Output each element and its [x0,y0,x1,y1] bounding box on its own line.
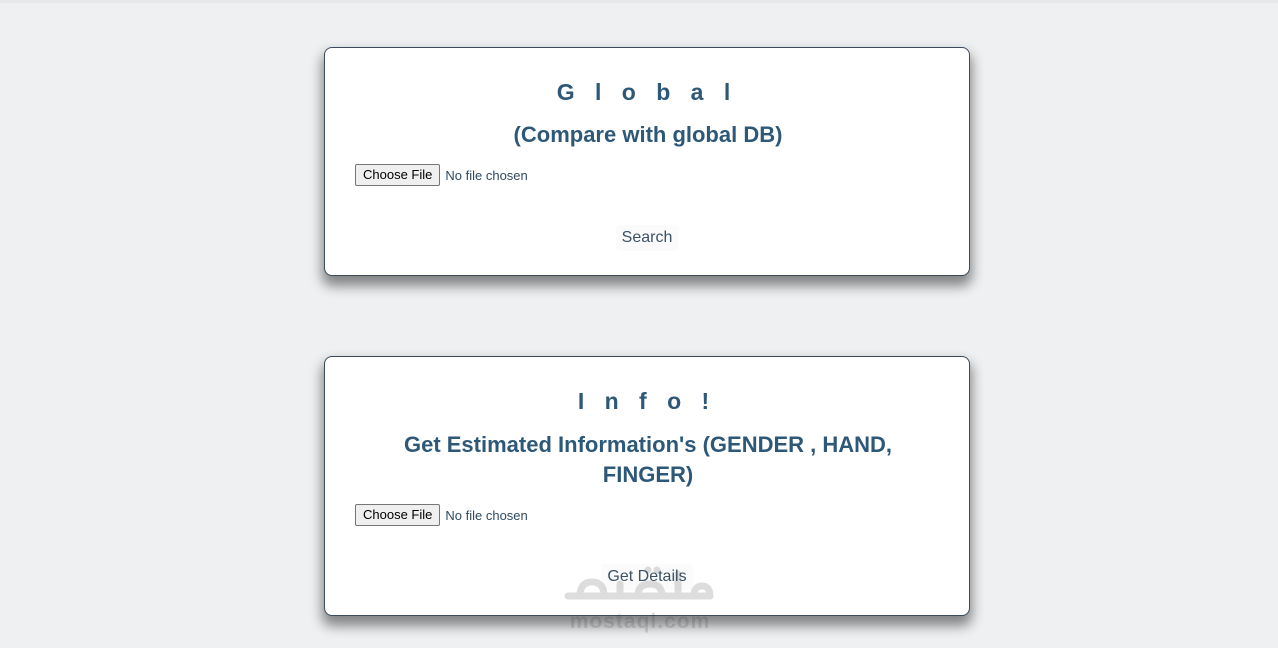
choose-file-button[interactable]: Choose File [355,504,441,526]
info-card: I n f o ! Get Estimated Information's (G… [324,356,970,616]
global-file-input[interactable]: Choose File No file chosen [355,163,528,187]
search-button[interactable]: Search [615,225,679,251]
global-search-card: G l o b a l (Compare with global DB) Cho… [324,47,970,276]
global-card-title: G l o b a l [556,79,738,105]
choose-file-button[interactable]: Choose File [355,164,441,186]
info-card-subtitle: Get Estimated Information's (GENDER , HA… [403,432,893,487]
get-details-button[interactable]: Get Details [601,564,693,590]
info-card-title: I n f o ! [577,388,717,414]
get-details-button-wrap: Get Details [325,564,969,590]
global-card-subtitle: (Compare with global DB) [513,122,783,147]
search-button-wrap: Search [325,225,969,251]
info-file-input[interactable]: Choose File No file chosen [355,503,528,527]
top-edge [0,0,1278,3]
file-status-text: No file chosen [445,507,528,523]
file-status-text: No file chosen [445,167,528,183]
